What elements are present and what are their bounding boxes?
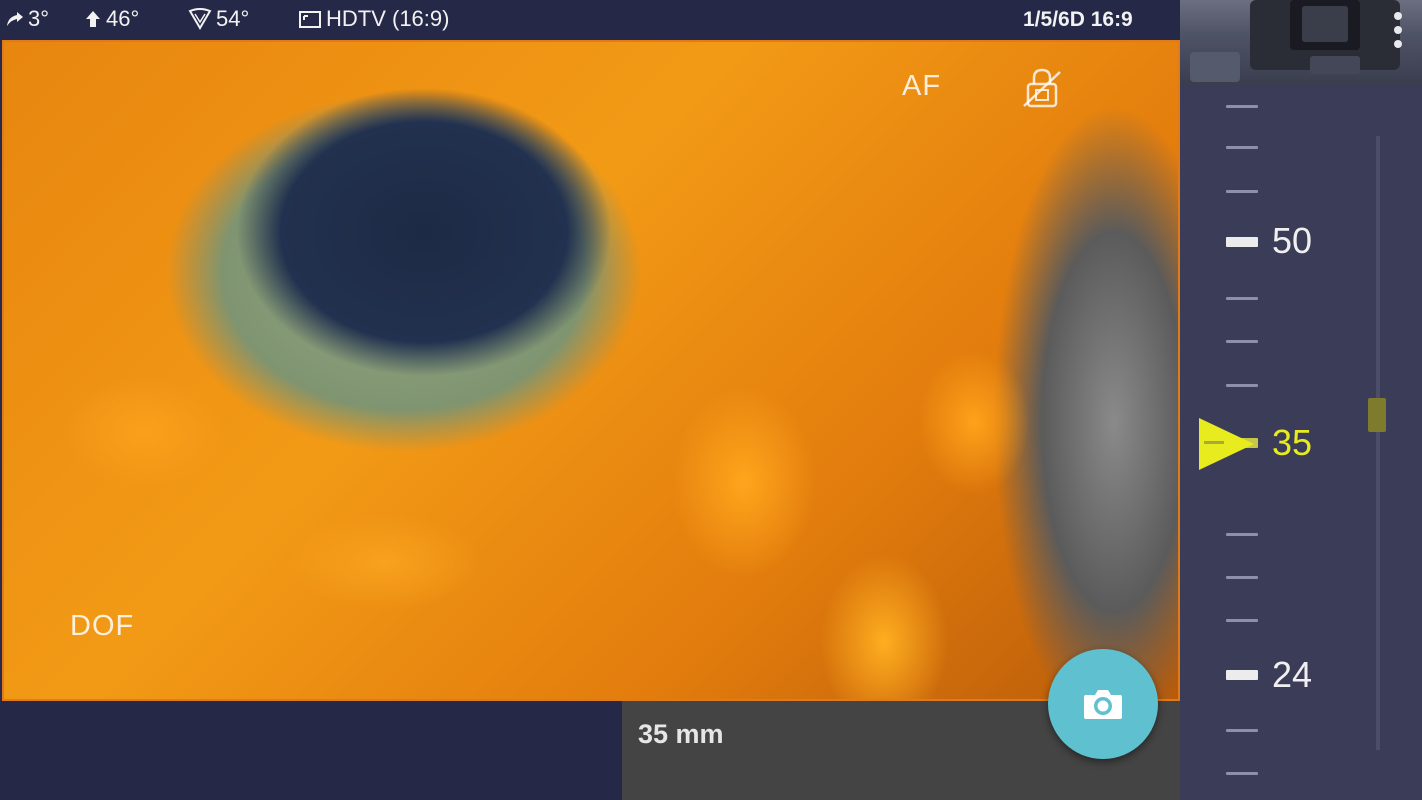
scale-label-35: 35 (1272, 422, 1313, 463)
focal-length-readout: 35 mm (638, 719, 724, 749)
elevation-stat: 46° (84, 6, 139, 32)
tilt-stat: 3° (4, 6, 49, 32)
elevation-icon (86, 11, 100, 27)
aspect-value: HDTV (16:9) (326, 6, 450, 31)
scale-scroll-track[interactable] (1376, 136, 1380, 750)
scale-tick (1226, 533, 1258, 536)
dof-button[interactable]: DOF (70, 610, 134, 643)
scale-tick (1226, 384, 1258, 387)
scale-tick (1226, 729, 1258, 732)
date-stat: 1/5/6D 16:9 (1023, 8, 1133, 32)
bottom-left-bar (0, 701, 622, 800)
status-bar: 3° 46° 54° HDTV (16:9) 1/5/6D 16:9 (0, 0, 1180, 40)
lock-icon[interactable] (1022, 66, 1062, 110)
scale-tick (1226, 105, 1258, 108)
aspect-icon (299, 11, 321, 28)
camera-icon (1084, 690, 1122, 719)
camera-body-thumbnail[interactable] (1180, 0, 1422, 86)
scale-tick (1226, 576, 1258, 579)
focal-pointer-indicator (1199, 418, 1254, 470)
camera-body-image (1190, 0, 1402, 82)
tilt-value: 3° (28, 6, 50, 31)
fov-icon (188, 8, 212, 30)
aspect-stat: HDTV (16:9) (298, 6, 449, 32)
scale-scroll-thumb[interactable] (1368, 398, 1386, 432)
scale-tick-major (1226, 237, 1258, 247)
scale-tick (1226, 146, 1258, 149)
scale-tick (1226, 190, 1258, 193)
scale-tick (1226, 619, 1258, 622)
right-panel: 50 35 24 (1180, 0, 1422, 800)
scale-tick (1226, 297, 1258, 300)
tilt-icon (7, 12, 23, 26)
scale-tick (1226, 772, 1258, 775)
scale-tick (1226, 340, 1258, 343)
viewfinder[interactable]: AF DOF (2, 40, 1180, 701)
shutter-button[interactable] (1048, 649, 1158, 759)
fov-value: 54° (216, 6, 250, 31)
focal-length-scale[interactable]: 50 35 24 (1180, 86, 1422, 800)
fov-stat: 54° (188, 6, 249, 32)
af-button[interactable]: AF (902, 70, 941, 103)
date-value: 1/5/6D 16:9 (1023, 8, 1133, 31)
scale-tick-major (1226, 670, 1258, 680)
scale-label-24: 24 (1272, 654, 1313, 695)
elevation-value: 46° (106, 6, 140, 31)
scale-label-50: 50 (1272, 220, 1313, 261)
